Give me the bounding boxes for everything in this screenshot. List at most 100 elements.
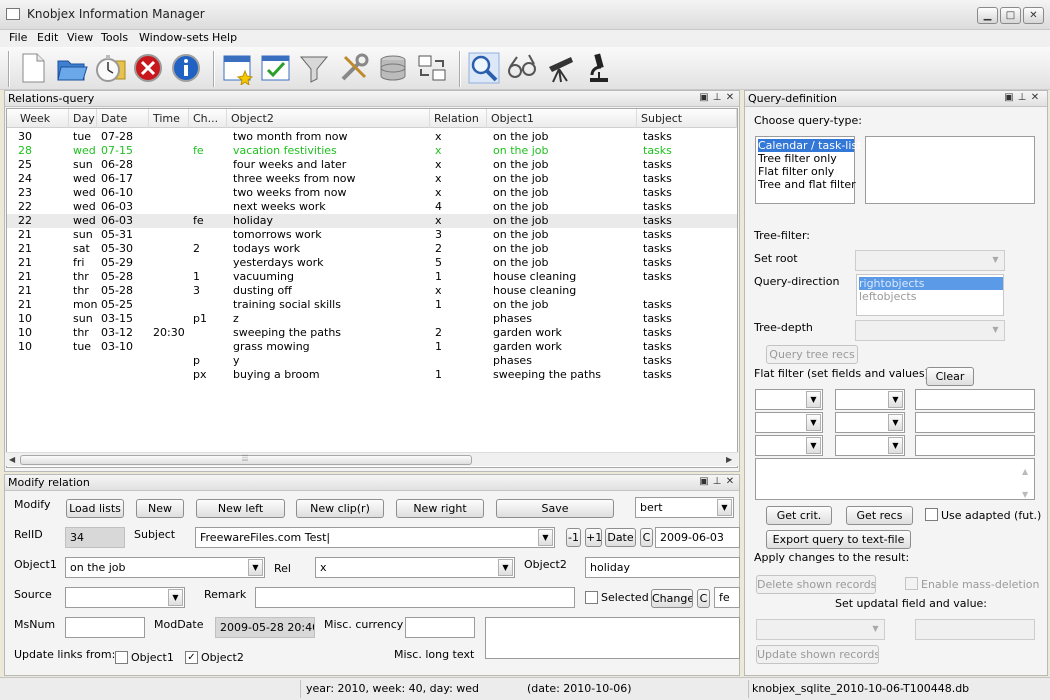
flat-filter-value-2[interactable] [915,412,1035,433]
subject-select[interactable]: FreewareFiles.com Test| ▼ [195,527,555,548]
criteria-text-area[interactable]: ▲ ▼ [755,458,1035,500]
clear-date-button[interactable]: C [640,528,653,547]
database-icon[interactable] [376,51,410,85]
close-panel-icon[interactable]: ✕ [724,91,736,105]
menu-file[interactable]: File [9,31,27,44]
scroll-up-icon[interactable]: ▲ [1022,462,1028,481]
enable-mass-deletion-checkbox[interactable] [905,577,918,590]
float-panel-icon[interactable]: ▣ [698,91,710,105]
updatal-value-field[interactable] [915,619,1035,640]
table-row[interactable]: 25 sun 06-28 four weeks and later x on the jo… [7,158,737,172]
chevron-down-icon[interactable]: ▼ [988,252,1003,269]
new-left-button[interactable]: New left [196,499,285,518]
chevron-down-icon[interactable]: ▼ [806,437,821,454]
col-ch[interactable]: Ch... [189,109,227,128]
table-row[interactable]: 21 sat 05-30 2 todays work 2 on the job tasks [7,242,737,256]
list-item[interactable]: Tree filter only [758,152,837,165]
set-root-select[interactable]: ▼ [855,250,1005,271]
rel-select[interactable]: x ▼ [315,557,515,578]
chevron-down-icon[interactable]: ▼ [498,559,513,576]
col-object2[interactable]: Object2 [227,109,430,128]
chevron-down-icon[interactable]: ▼ [868,621,883,638]
update-shown-records-button[interactable]: Update shown records [756,645,879,664]
info-icon[interactable] [169,51,203,85]
table-row[interactable]: 21 sun 05-31 tomorrows work 3 on the job tasks [7,228,737,242]
float-panel-icon[interactable]: ▣ [698,475,710,489]
scroll-left-icon[interactable]: ◀ [9,455,15,464]
flat-filter-op-1[interactable]: ▼ [835,389,905,410]
date-field[interactable]: 2009-06-03 [655,527,740,548]
chevron-down-icon[interactable]: ▼ [168,589,183,606]
telescope-icon[interactable] [543,51,577,85]
new-event-icon[interactable] [221,51,255,85]
table-row[interactable]: 30 tue 07-28 two month from now x on the job t… [7,130,737,144]
open-folder-icon[interactable] [55,51,89,85]
table-row[interactable]: 21 thr 05-28 1 vacuuming 1 house cleaning tasks [7,270,737,284]
glasses-icon[interactable] [505,51,539,85]
change-button[interactable]: Change [651,589,693,608]
new-document-icon[interactable] [16,51,50,85]
chevron-down-icon[interactable]: ▼ [888,414,903,431]
use-adapted-checkbox[interactable] [925,508,938,521]
clear-change-button[interactable]: C [697,589,710,608]
menu-window-sets[interactable]: Window-sets [139,31,209,44]
new-button[interactable]: New [136,499,184,518]
chevron-down-icon[interactable]: ▼ [888,391,903,408]
table-row[interactable]: 21 mon 05-25 training social skills 1 on the … [7,298,737,312]
load-lists-button[interactable]: Load lists [66,499,124,518]
float-panel-icon[interactable]: ▣ [1003,91,1015,105]
scroll-down-icon[interactable]: ▼ [1022,485,1028,499]
col-relation[interactable]: Relation [430,109,487,128]
chevron-down-icon[interactable]: ▼ [538,529,553,546]
table-row[interactable]: 22 wed 06-03 fe holiday x on the job tasks [7,214,737,228]
table-row[interactable]: 22 wed 06-03 next weeks work 4 on the job task… [7,200,737,214]
object2-field[interactable]: holiday [585,557,740,578]
chevron-down-icon[interactable]: ▼ [248,559,263,576]
close-panel-icon[interactable]: ✕ [724,475,736,489]
table-row[interactable]: 21 fri 05-29 yesterdays work 5 on the job task… [7,256,737,270]
flat-filter-value-1[interactable] [915,389,1035,410]
table-row[interactable]: p y phases tasks [7,354,737,368]
update-object1-checkbox[interactable] [115,651,128,664]
horizontal-scrollbar[interactable]: ◀ ⦙⦙⦙ ▶ [6,452,738,466]
filter-funnel-icon[interactable] [297,51,331,85]
menu-tools[interactable]: Tools [101,31,128,44]
clear-button[interactable]: Clear [926,367,974,386]
menu-edit[interactable]: Edit [37,31,58,44]
table-row[interactable]: 10 tue 03-10 grass mowing 1 garden work tasks [7,340,737,354]
flat-filter-field-1[interactable]: ▼ [755,389,823,410]
pin-panel-icon[interactable]: ⊥ [1016,91,1028,105]
minus-one-button[interactable]: -1 [566,528,581,547]
date-button[interactable]: Date [605,528,636,547]
list-item[interactable]: Tree and flat filter [758,178,856,191]
pin-panel-icon[interactable]: ⊥ [711,91,723,105]
updatal-field-select[interactable]: ▼ [756,619,885,640]
chevron-down-icon[interactable]: ▼ [806,414,821,431]
flat-filter-value-3[interactable] [915,435,1035,456]
menu-view[interactable]: View [67,31,93,44]
list-item[interactable]: rightobjects [859,277,1003,290]
table-row[interactable]: 23 wed 06-10 two weeks from now x on the job t… [7,186,737,200]
plus-one-button[interactable]: +1 [585,528,602,547]
pin-panel-icon[interactable]: ⊥ [711,475,723,489]
col-date[interactable]: Date [97,109,149,128]
table-row[interactable]: px buying a broom 1 sweeping the paths tasks [7,368,737,382]
col-subject[interactable]: Subject [637,109,737,128]
query-tree-recs-button[interactable]: Query tree recs [766,345,858,364]
col-time[interactable]: Time [149,109,189,128]
table-row[interactable]: 10 sun 03-15 p1 z phases tasks [7,312,737,326]
col-day[interactable]: Day [69,109,97,128]
flat-filter-op-3[interactable]: ▼ [835,435,905,456]
table-row[interactable]: 21 thr 05-28 3 dusting off x house cleaning [7,284,737,298]
save-button[interactable]: Save [496,499,614,518]
list-item[interactable]: leftobjects [859,290,916,303]
source-select[interactable]: ▼ [65,587,185,608]
tree-depth-select[interactable]: ▼ [855,320,1005,341]
menu-help[interactable]: Help [212,31,237,44]
new-right-button[interactable]: New right [396,499,484,518]
misc-long-text-area[interactable] [485,617,740,659]
query-direction-list[interactable]: rightobjects leftobjects [856,274,1004,316]
table-row[interactable]: 24 wed 06-17 three weeks from now x on the jo… [7,172,737,186]
query-type-list[interactable]: Calendar / task-list Tree filter only Fl… [755,136,861,204]
close-panel-icon[interactable]: ✕ [1029,91,1041,105]
